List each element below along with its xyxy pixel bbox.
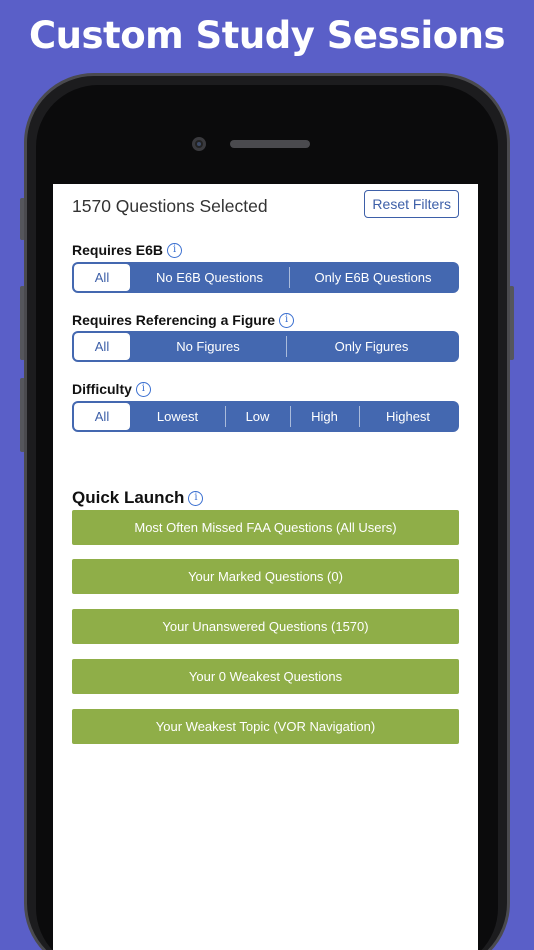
weakest-questions-button[interactable]: Your 0 Weakest Questions [72,659,459,694]
earpiece-speaker [230,140,310,148]
weakest-topic-button[interactable]: Your Weakest Topic (VOR Navigation) [72,709,459,744]
segment-difficulty-all[interactable]: All [74,403,130,430]
marked-questions-button[interactable]: Your Marked Questions (0) [72,559,459,594]
questions-selected-count: 1570 Questions Selected [72,196,268,216]
segment-difficulty-highest[interactable]: Highest [359,403,457,430]
segment-e6b-all[interactable]: All [74,264,130,291]
reset-filters-button[interactable]: Reset Filters [364,190,459,218]
segment-no-figures[interactable]: No Figures [130,333,286,360]
segment-difficulty-lowest[interactable]: Lowest [130,403,225,430]
info-icon[interactable]: i [135,381,151,397]
app-screen: 1570 Questions Selected Reset Filters Re… [53,184,478,950]
segment-difficulty-low[interactable]: Low [225,403,290,430]
filter-difficulty-title: Difficulty [72,381,132,397]
filter-figure-title: Requires Referencing a Figure [72,312,276,328]
quick-launch-heading: Quick Launch i [72,488,204,508]
segment-figure-all[interactable]: All [74,333,130,360]
filter-figure-label: Requires Referencing a Figure i [72,312,295,328]
filter-figure-segmented-control: All No Figures Only Figures [72,331,459,362]
filter-e6b-label: Requires E6B i [72,242,183,258]
filter-e6b-segmented-control: All No E6B Questions Only E6B Questions [72,262,459,293]
segment-difficulty-high[interactable]: High [290,403,359,430]
filter-e6b-title: Requires E6B [72,242,164,258]
info-icon[interactable]: i [188,490,204,506]
segment-only-figures[interactable]: Only Figures [286,333,457,360]
filter-difficulty-label: Difficulty i [72,381,151,397]
promo-headline: Custom Study Sessions [29,14,505,57]
info-icon[interactable]: i [167,242,183,258]
segment-only-e6b[interactable]: Only E6B Questions [289,264,457,291]
info-icon[interactable]: i [279,312,295,328]
filter-difficulty-segmented-control: All Lowest Low High Highest [72,401,459,432]
selection-header: 1570 Questions Selected Reset Filters [72,190,459,226]
quick-launch-title: Quick Launch [72,488,185,507]
segment-no-e6b[interactable]: No E6B Questions [130,264,289,291]
most-missed-questions-button[interactable]: Most Often Missed FAA Questions (All Use… [72,510,459,545]
unanswered-questions-button[interactable]: Your Unanswered Questions (1570) [72,609,459,644]
front-camera [192,137,206,151]
